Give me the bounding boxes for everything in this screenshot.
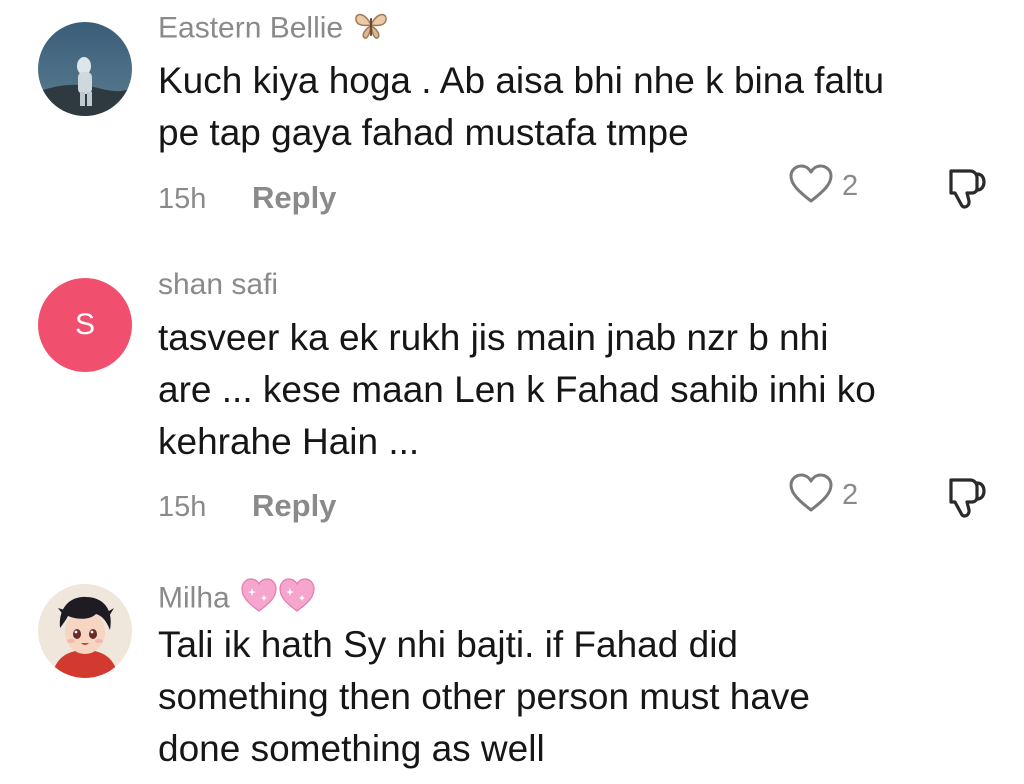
- like-button[interactable]: 2: [788, 164, 858, 208]
- username[interactable]: shan safi: [158, 267, 278, 303]
- comment-text: Kuch kiya hoga . Ab aisa bhi nhe k bina …: [158, 60, 885, 153]
- like-button[interactable]: 2: [788, 473, 858, 517]
- like-count: 2: [842, 479, 859, 511]
- username[interactable]: Milha: [158, 575, 318, 624]
- thumbs-down-icon: [944, 478, 988, 523]
- comment-text: tasveer ka ek rukh jis main jnab nzr b n…: [158, 317, 876, 462]
- butterfly-icon: [353, 10, 389, 49]
- user-avatar[interactable]: [38, 584, 132, 678]
- timestamp: 15h: [158, 183, 207, 215]
- reply-button[interactable]: Reply: [252, 489, 336, 523]
- dislike-button[interactable]: [944, 166, 988, 210]
- dislike-button[interactable]: [944, 475, 988, 519]
- thumbs-down-icon: [944, 169, 988, 214]
- heart-icon: [788, 163, 834, 210]
- user-avatar[interactable]: S: [38, 278, 132, 372]
- timestamp: 15h: [158, 491, 207, 523]
- sparkling-heart-icon: [240, 575, 318, 624]
- avatar-letter: S: [74, 308, 95, 341]
- like-count: 2: [842, 170, 859, 202]
- reply-button[interactable]: Reply: [252, 181, 336, 215]
- heart-icon: [788, 472, 834, 519]
- username[interactable]: Eastern Bellie: [158, 10, 389, 49]
- user-avatar[interactable]: [38, 22, 132, 116]
- comment-text: Tali ik hath Sy nhi bajti. if Fahad did …: [158, 624, 810, 769]
